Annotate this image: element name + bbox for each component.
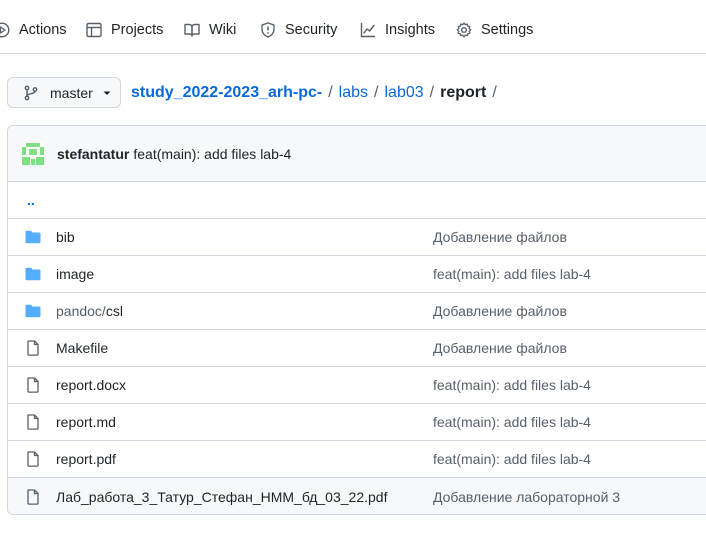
breadcrumb-lab03-link[interactable]: lab03 xyxy=(384,84,423,102)
nav-settings[interactable]: Settings xyxy=(456,19,533,41)
nav-insights[interactable]: Insights xyxy=(360,19,435,41)
latest-commit-bar: stefantatur feat(main): add files lab-4 xyxy=(8,126,706,182)
file-icon xyxy=(25,451,41,467)
file-name-text: csl xyxy=(105,303,123,319)
book-icon xyxy=(184,23,200,37)
file-name-link[interactable]: report.pdf xyxy=(56,451,116,467)
file-name-link[interactable]: bib xyxy=(56,229,75,245)
git-branch-icon xyxy=(24,85,38,100)
commit-message-link[interactable]: feat(main): add files lab-4 xyxy=(133,146,291,162)
breadcrumb-separator: / xyxy=(374,84,379,101)
nav-actions[interactable]: Actions xyxy=(0,19,67,41)
file-name-link[interactable]: Makefile xyxy=(56,340,108,356)
parent-dir-row[interactable]: .. xyxy=(8,182,706,219)
file-name-link[interactable]: Лаб_работа_3_Татур_Стефан_НММ_бд_03_22.p… xyxy=(56,489,387,505)
file-name-text: image xyxy=(56,266,95,282)
nav-wiki-label: Wiki xyxy=(209,22,237,38)
breadcrumb-repo-link[interactable]: study_2022-2023_arh-pc- xyxy=(131,84,322,102)
file-commit-message-link[interactable]: Добавление файлов xyxy=(433,340,567,356)
file-icon xyxy=(25,414,41,430)
file-commit-message-link[interactable]: Добавление лабораторной 3 xyxy=(433,489,620,505)
file-name-link[interactable]: image xyxy=(56,266,94,282)
branch-select-button[interactable]: master xyxy=(7,77,121,108)
folder-icon xyxy=(25,266,41,282)
table-icon xyxy=(86,22,102,38)
file-name-link[interactable]: report.docx xyxy=(56,377,126,393)
nav-projects-label: Projects xyxy=(111,22,164,38)
file-row[interactable]: report.pdf feat(main): add files lab-4 xyxy=(8,441,706,478)
file-commit-message-link[interactable]: Добавление файлов xyxy=(433,303,567,319)
nav-wiki[interactable]: Wiki xyxy=(184,19,236,41)
repo-nav: Actions Projects Wiki Security Insights … xyxy=(0,0,706,54)
nav-security-label: Security xyxy=(285,22,338,38)
folder-row[interactable]: image feat(main): add files lab-4 xyxy=(8,256,706,293)
file-commit-message-link[interactable]: feat(main): add files lab-4 xyxy=(433,451,591,467)
parent-dir-link[interactable]: .. xyxy=(27,192,35,208)
file-commit-message-link[interactable]: feat(main): add files lab-4 xyxy=(433,414,591,430)
folder-icon xyxy=(25,303,41,319)
file-name-prefix: pandoc/ xyxy=(56,303,106,319)
folder-row[interactable]: bib Добавление файлов xyxy=(8,219,706,256)
file-name-text: Лаб_работа_3_Татур_Стефан_НММ_бд_03_22.p… xyxy=(56,488,388,505)
breadcrumb-labs-link[interactable]: labs xyxy=(339,84,368,102)
breadcrumb-separator: / xyxy=(492,84,497,101)
commit-author-link[interactable]: stefantatur xyxy=(57,146,129,162)
shield-icon xyxy=(261,22,275,38)
folder-icon xyxy=(25,229,41,245)
file-row[interactable]: report.docx feat(main): add files lab-4 xyxy=(8,367,706,404)
nav-settings-label: Settings xyxy=(481,22,534,38)
file-name-link[interactable]: pandoc/csl xyxy=(56,303,123,319)
breadcrumb: study_2022-2023_arh-pc- / labs / lab03 /… xyxy=(131,84,503,102)
gear-icon xyxy=(456,22,472,38)
file-name-text: report.md xyxy=(56,414,116,430)
file-icon xyxy=(25,377,41,393)
file-name-text: Makefile xyxy=(56,340,109,356)
file-commit-message-link[interactable]: feat(main): add files lab-4 xyxy=(433,377,591,393)
nav-actions-label: Actions xyxy=(19,22,67,38)
file-icon xyxy=(25,340,41,356)
nav-security[interactable]: Security xyxy=(260,19,337,41)
nav-projects[interactable]: Projects xyxy=(86,19,163,41)
file-commit-message-link[interactable]: Добавление файлов xyxy=(433,229,567,245)
file-name-text: report.pdf xyxy=(56,451,116,467)
breadcrumb-separator: / xyxy=(429,84,435,101)
file-name-link[interactable]: report.md xyxy=(56,414,116,430)
file-row[interactable]: Makefile Добавление файлов xyxy=(8,330,706,367)
file-name-text: bib xyxy=(56,229,75,245)
breadcrumb-separator: / xyxy=(328,84,333,101)
caret-down-icon xyxy=(103,91,111,95)
breadcrumb-current: report xyxy=(440,84,487,101)
branch-name: master xyxy=(50,84,93,101)
nav-insights-label: Insights xyxy=(385,22,435,38)
file-row[interactable]: report.md feat(main): add files lab-4 xyxy=(8,404,706,441)
graph-icon xyxy=(360,23,375,38)
file-list: stefantatur feat(main): add files lab-4 … xyxy=(7,125,706,515)
avatar[interactable] xyxy=(22,142,44,165)
file-row[interactable]: Лаб_работа_3_Татур_Стефан_НММ_бд_03_22.p… xyxy=(8,478,706,514)
play-circle-icon xyxy=(0,22,10,38)
file-icon xyxy=(25,488,41,505)
file-commit-message-link[interactable]: feat(main): add files lab-4 xyxy=(433,266,591,282)
folder-row[interactable]: pandoc/csl Добавление файлов xyxy=(8,293,706,330)
file-name-text: report.docx xyxy=(56,377,127,393)
